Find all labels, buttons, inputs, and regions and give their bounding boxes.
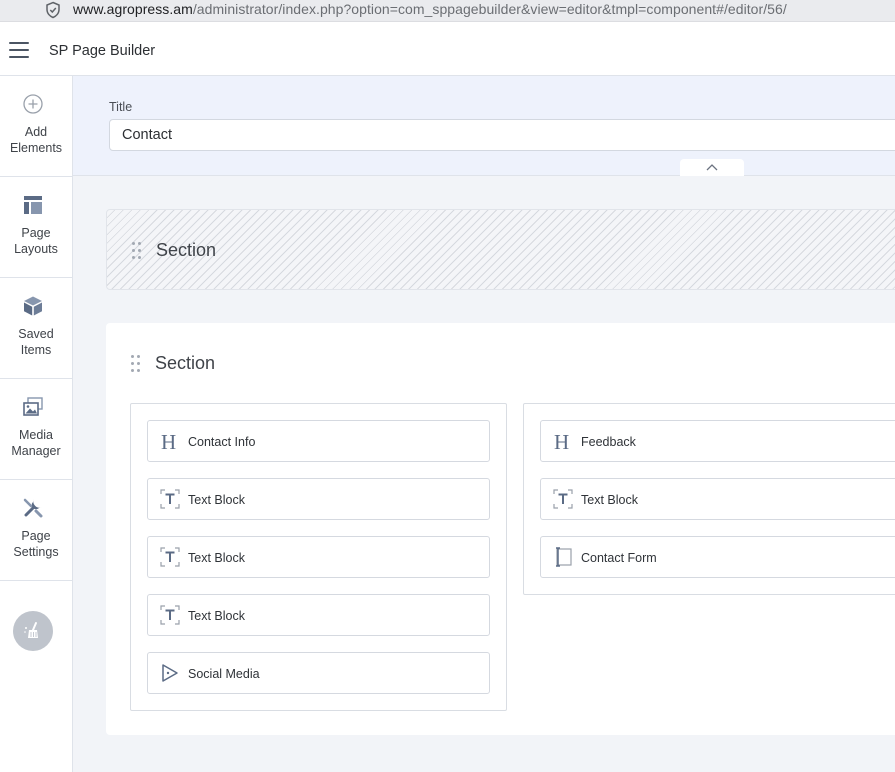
addon-name: Social Media [188, 667, 260, 681]
url-path: /administrator/index.php?option=com_sppa… [192, 1, 787, 17]
section-title: Section [155, 353, 216, 373]
addon-text-block[interactable]: Text Block [540, 478, 895, 520]
plus-circle-icon [23, 94, 43, 114]
sidebar-item-label: Saved Items [18, 327, 54, 357]
addon-name: Text Block [188, 493, 245, 507]
addon-text-block[interactable]: Text Block [147, 536, 490, 578]
collapse-panel-button[interactable] [680, 159, 744, 176]
sidebar-item-add-elements[interactable]: Add Elements [0, 76, 72, 177]
url-host: www.agropress.am [73, 1, 193, 17]
cleanup-button[interactable] [13, 611, 53, 651]
title-panel: Title [73, 76, 895, 176]
tools-icon [23, 498, 43, 518]
svg-text:H: H [161, 431, 176, 451]
browser-address-bar[interactable]: www.agropress.am/administrator/index.php… [0, 0, 895, 22]
sidebar-item-page-layouts[interactable]: Page Layouts [0, 177, 72, 278]
column-right[interactable]: H Feedback Text Block Contact Form [523, 403, 895, 595]
address-url[interactable]: www.agropress.am/administrator/index.php… [73, 1, 787, 17]
column-left[interactable]: H Contact Info Text Block Text Block Tex… [130, 403, 507, 711]
drag-handle-icon[interactable] [132, 242, 142, 260]
left-sidebar: Add Elements Page Layouts Saved Items Me… [0, 76, 73, 772]
text-block-icon [160, 489, 180, 509]
text-block-icon [160, 547, 180, 567]
addon-name: Text Block [188, 551, 245, 565]
app-title: SP Page Builder [49, 43, 156, 59]
text-block-icon [160, 605, 180, 625]
addon-text-block[interactable]: Text Block [147, 478, 490, 520]
shield-icon [46, 1, 60, 19]
addon-text-block[interactable]: Text Block [147, 594, 490, 636]
title-input[interactable] [109, 119, 895, 151]
section-title: Section [156, 240, 217, 260]
broom-icon [24, 622, 38, 638]
addon-social-media[interactable]: Social Media [147, 652, 490, 694]
cube-icon [24, 296, 42, 316]
sidebar-item-label: Page Settings [13, 529, 59, 559]
sidebar-item-page-settings[interactable]: Page Settings [0, 480, 72, 581]
chevron-up-icon [706, 164, 718, 171]
text-block-icon [553, 489, 573, 509]
sidebar-item-label: Page Layouts [14, 226, 58, 256]
addon-name: Contact Form [581, 551, 657, 565]
section-empty[interactable]: Section [106, 209, 895, 290]
drag-handle-icon[interactable] [131, 355, 141, 373]
addon-name: Text Block [581, 493, 638, 507]
addon-contact-form[interactable]: Contact Form [540, 536, 895, 578]
images-icon [23, 397, 43, 416]
social-media-icon [162, 664, 178, 682]
sidebar-item-label: Add Elements [9, 125, 63, 155]
heading-icon: H [161, 431, 176, 451]
addon-name: Text Block [188, 609, 245, 623]
hamburger-menu-icon[interactable] [9, 42, 29, 58]
addon-contact-info[interactable]: H Contact Info [147, 420, 490, 462]
svg-text:H: H [554, 431, 569, 451]
sidebar-item-label: Media Manager [11, 428, 61, 458]
addon-name: Feedback [581, 435, 636, 449]
layout-icon [24, 196, 42, 214]
form-icon [556, 547, 572, 567]
addon-name: Contact Info [188, 435, 256, 449]
title-label: Title [109, 100, 133, 114]
section-contact[interactable]: Section H Contact Info Text Block Text B… [106, 323, 895, 735]
addon-feedback[interactable]: H Feedback [540, 420, 895, 462]
heading-icon: H [554, 431, 569, 451]
app-header: SP Page Builder [0, 22, 895, 76]
sidebar-item-media-manager[interactable]: Media Manager [0, 379, 72, 480]
sidebar-item-saved-items[interactable]: Saved Items [0, 278, 72, 379]
